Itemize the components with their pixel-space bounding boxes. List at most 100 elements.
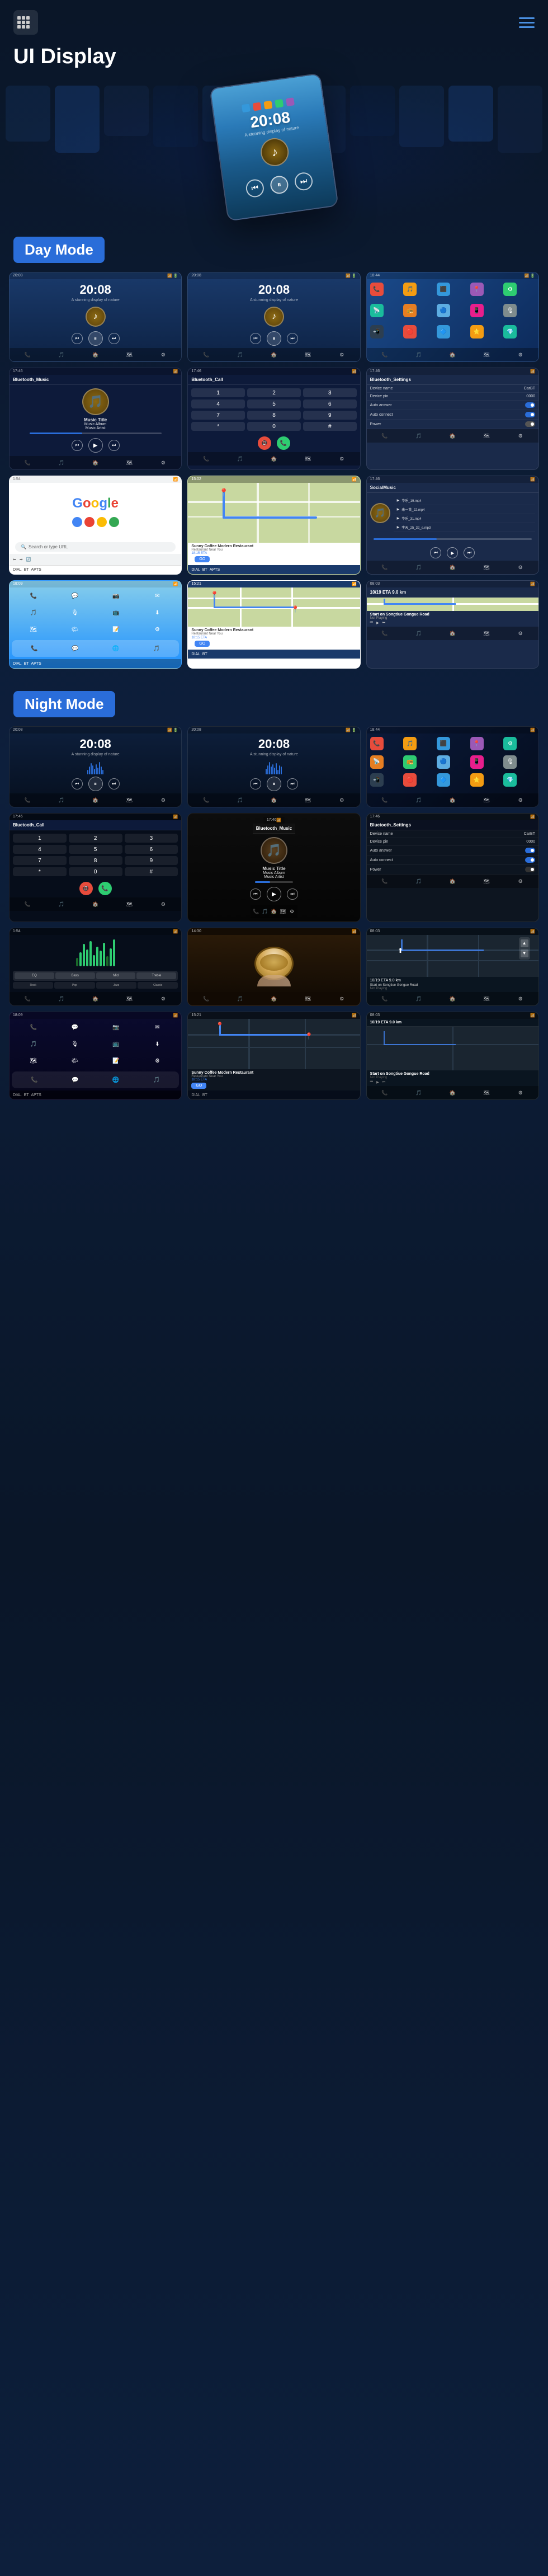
music-icon[interactable]: 🎵 xyxy=(414,796,423,805)
auto-connect-toggle[interactable] xyxy=(525,412,535,417)
auto-answer-toggle[interactable] xyxy=(525,848,535,853)
nav-icon[interactable] xyxy=(519,17,535,28)
ios-app-weather[interactable]: 🌤 xyxy=(69,1055,81,1067)
end-call-button[interactable]: 📵 xyxy=(79,882,93,895)
ios-app-tv[interactable]: 📺 xyxy=(110,1038,122,1050)
settings-icon[interactable]: ⚙ xyxy=(159,350,168,359)
phone-icon[interactable]: 📞 xyxy=(23,994,32,1003)
home-icon[interactable]: 🏠 xyxy=(91,994,100,1003)
music-icon[interactable]: 🎵 xyxy=(261,907,270,916)
app-icon-3[interactable]: 📻 xyxy=(403,755,417,769)
app-icon-bt[interactable]: ⬛ xyxy=(437,283,450,296)
app-icon-7[interactable]: 📲 xyxy=(370,773,384,787)
ios-app-phone[interactable]: 📞 xyxy=(27,590,40,602)
ios-app-store[interactable]: ⬇ xyxy=(151,1038,163,1050)
key-star[interactable]: * xyxy=(13,867,67,876)
map-icon[interactable]: 🗺 xyxy=(304,454,313,463)
map-icon[interactable]: 🗺 xyxy=(482,350,491,359)
ios-app-settings[interactable]: ⚙ xyxy=(151,623,163,636)
app-icon-bt[interactable]: ⬛ xyxy=(437,737,450,750)
ios-app-maps[interactable]: 🗺 xyxy=(27,623,40,636)
ios-app-maps[interactable]: 🗺 xyxy=(27,1055,40,1067)
next-button[interactable]: ⏭ xyxy=(108,333,120,344)
settings-icon[interactable]: ⚙ xyxy=(516,1088,525,1097)
app-icon-3[interactable]: 📻 xyxy=(403,304,417,317)
key-hash[interactable]: # xyxy=(303,422,357,431)
key-5[interactable]: 5 xyxy=(69,845,122,854)
dock-messages[interactable]: 💬 xyxy=(69,642,81,655)
home-icon[interactable]: 🏠 xyxy=(448,1088,457,1097)
phone-icon[interactable]: 📞 xyxy=(380,994,389,1003)
map-icon[interactable]: 🗺 xyxy=(125,900,134,909)
ios-app-music[interactable]: 🎵 xyxy=(27,607,40,619)
next-button[interactable]: ⏭ xyxy=(108,440,120,451)
app-icon-6[interactable]: 🎙 xyxy=(503,304,517,317)
prev-button[interactable]: ⏮ xyxy=(430,547,441,558)
settings-icon[interactable]: ⚙ xyxy=(159,458,168,467)
prev-button[interactable]: ⏮ xyxy=(250,333,261,344)
home-icon[interactable]: 🏠 xyxy=(270,454,278,463)
map-icon[interactable]: 🗺 xyxy=(304,994,313,1003)
map-icon[interactable]: 🗺 xyxy=(482,994,491,1003)
key-3[interactable]: 3 xyxy=(303,388,357,397)
map-icon[interactable]: 🗺 xyxy=(125,350,134,359)
settings-icon[interactable]: ⚙ xyxy=(516,350,525,359)
home-icon[interactable]: 🏠 xyxy=(270,350,278,359)
key-8[interactable]: 8 xyxy=(69,856,122,865)
play-button[interactable]: ⏸ xyxy=(267,331,281,346)
home-icon[interactable]: 🏠 xyxy=(448,796,457,805)
map-icon[interactable]: 🗺 xyxy=(304,796,313,805)
ios-app-facetime[interactable]: 📷 xyxy=(110,1021,122,1033)
home-icon[interactable]: 🏠 xyxy=(91,350,100,359)
key-1[interactable]: 1 xyxy=(191,388,245,397)
hero-pause-button[interactable]: ⏸ xyxy=(269,175,289,195)
ios-app-weather[interactable]: 🌤 xyxy=(69,623,81,636)
ios-app-facetime[interactable]: 📷 xyxy=(110,590,122,602)
home-icon[interactable]: 🏠 xyxy=(448,877,457,886)
play-button[interactable]: ▶ xyxy=(447,547,458,558)
phone-icon[interactable]: 📞 xyxy=(202,994,211,1003)
settings-icon[interactable]: ⚙ xyxy=(516,796,525,805)
phone-icon[interactable]: 📞 xyxy=(380,877,389,886)
ios-app-msg[interactable]: 💬 xyxy=(69,1021,81,1033)
phone-icon[interactable]: 📞 xyxy=(380,350,389,359)
btn-5[interactable]: Rock xyxy=(13,982,53,989)
map-icon[interactable]: 🗺 xyxy=(482,431,491,440)
play-button[interactable]: ⏸ xyxy=(88,777,103,791)
map-icon[interactable]: 🗺 xyxy=(482,563,491,572)
music-icon[interactable]: 🎵 xyxy=(414,877,423,886)
search-bar[interactable]: 🔍 Search or type URL xyxy=(15,542,176,552)
phone-icon[interactable]: 📞 xyxy=(202,350,211,359)
app-icon-11[interactable]: 💎 xyxy=(503,325,517,339)
key-7[interactable]: 7 xyxy=(13,856,67,865)
turn-up[interactable]: ▲ xyxy=(521,939,528,947)
map-icon[interactable]: 🗺 xyxy=(125,796,134,805)
dock-phone[interactable]: 📞 xyxy=(28,1074,40,1086)
phone-icon[interactable]: 📞 xyxy=(380,1088,389,1097)
app-icon-music[interactable]: 🎵 xyxy=(403,737,417,750)
app-icon-phone[interactable]: 📞 xyxy=(370,737,384,750)
music-icon[interactable]: 🎵 xyxy=(57,796,66,805)
phone-icon[interactable]: 📞 xyxy=(23,796,32,805)
settings-icon[interactable]: ⚙ xyxy=(337,796,346,805)
app-icon-8[interactable]: 🔴 xyxy=(403,773,417,787)
ios-app-settings[interactable]: ⚙ xyxy=(151,1055,163,1067)
home-icon[interactable]: 🏠 xyxy=(448,431,457,440)
music-icon[interactable]: 🎵 xyxy=(57,458,66,467)
app-icon-phone[interactable]: 📞 xyxy=(370,283,384,296)
settings-icon[interactable]: ⚙ xyxy=(337,454,346,463)
auto-connect-toggle[interactable] xyxy=(525,857,535,863)
app-icon-7[interactable]: 📲 xyxy=(370,325,384,339)
music-icon[interactable]: 🎵 xyxy=(235,796,244,805)
social-item-1[interactable]: ▶ 华乐_19.mp4 xyxy=(394,496,535,505)
phone-icon[interactable]: 📞 xyxy=(202,454,211,463)
home-icon[interactable]: 🏠 xyxy=(448,629,457,638)
app-icon-settings[interactable]: ⚙ xyxy=(503,737,517,750)
hero-next-button[interactable]: ⏭ xyxy=(294,171,314,191)
call-button[interactable]: 📞 xyxy=(98,882,112,895)
key-9[interactable]: 9 xyxy=(303,411,357,420)
app-icon-11[interactable]: 💎 xyxy=(503,773,517,787)
phone-icon[interactable]: 📞 xyxy=(23,900,32,909)
btn-4[interactable]: Treble xyxy=(136,972,176,979)
prev-button[interactable]: ⏮ xyxy=(72,440,83,451)
